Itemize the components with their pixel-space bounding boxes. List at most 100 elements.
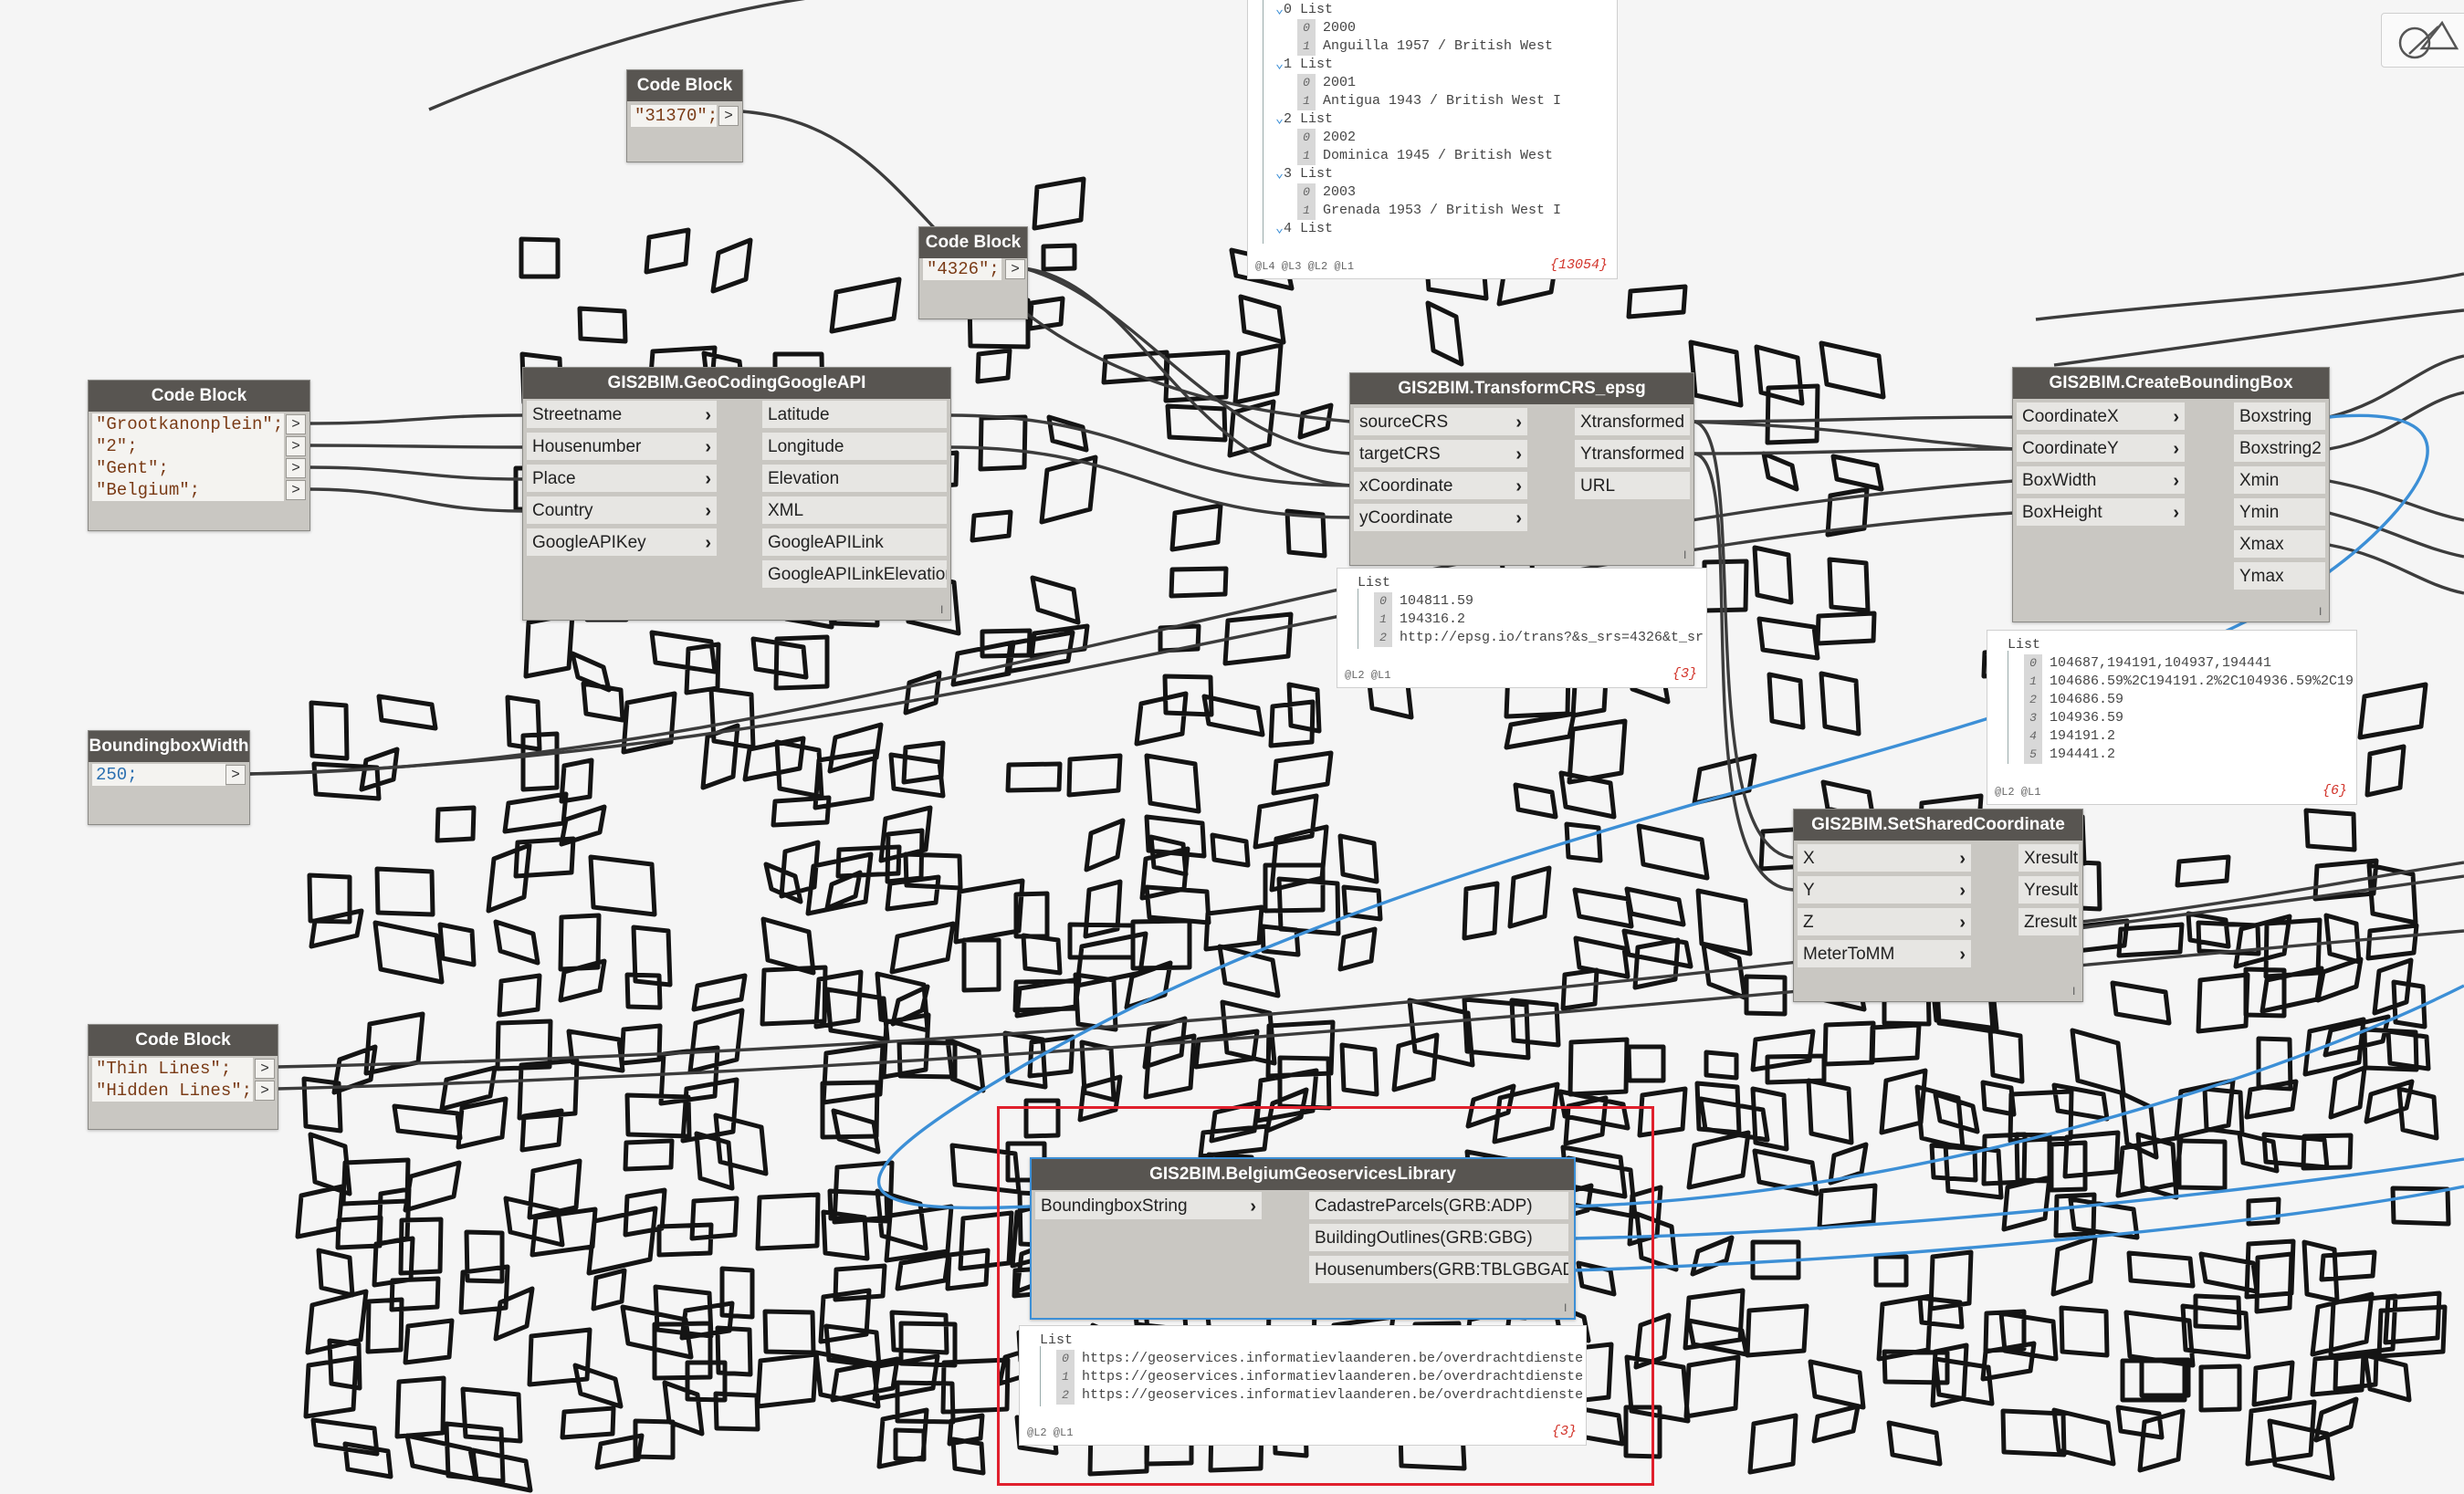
node-transform-crs-epsg[interactable]: GIS2BIM.TransformCRS_epsg sourceCRS › tar… bbox=[1349, 372, 1694, 566]
output-port[interactable]: > bbox=[225, 765, 246, 785]
wire[interactable] bbox=[2035, 272, 2464, 321]
input-port-place[interactable]: Place › bbox=[527, 465, 717, 494]
output-port-url[interactable]: URL bbox=[1575, 472, 1690, 501]
code-line[interactable]: "Hidden Lines"; bbox=[92, 1080, 253, 1102]
input-port-country[interactable]: Country › bbox=[527, 496, 717, 526]
input-port-boundingbox-string[interactable]: BoundingboxString › bbox=[1035, 1192, 1262, 1221]
wire[interactable] bbox=[1693, 420, 1795, 860]
output-port[interactable]: > bbox=[1005, 259, 1025, 279]
code-line[interactable]: "Belgium"; bbox=[92, 479, 284, 501]
code-line[interactable]: "Gent"; bbox=[92, 457, 284, 479]
node-belgium-geoservices-library[interactable]: GIS2BIM.BelgiumGeoservicesLibrary Boundi… bbox=[1030, 1157, 1576, 1320]
output-port[interactable]: > bbox=[286, 414, 306, 434]
output-port-y-transformed[interactable]: Ytransformed bbox=[1575, 440, 1690, 469]
wire[interactable] bbox=[1693, 420, 2015, 451]
wire[interactable] bbox=[307, 487, 526, 513]
output-port-boxstring2[interactable]: Boxstring2 bbox=[2234, 434, 2325, 464]
input-port-source-crs[interactable]: sourceCRS › bbox=[1354, 408, 1527, 437]
input-port-x[interactable]: X › bbox=[1798, 844, 1971, 873]
wire[interactable] bbox=[2328, 479, 2464, 522]
output-port-xmin[interactable]: Xmin bbox=[2234, 466, 2325, 496]
node-create-bounding-box[interactable]: GIS2BIM.CreateBoundingBox CoordinateX › C… bbox=[2012, 367, 2330, 622]
input-port-x-coordinate[interactable]: xCoordinate › bbox=[1354, 472, 1527, 501]
wire[interactable] bbox=[248, 511, 2015, 776]
output-port-housenumbers[interactable]: Housenumbers(GRB:TBLGBGADR) bbox=[1309, 1256, 1568, 1285]
input-port-box-width[interactable]: BoxWidth › bbox=[2017, 466, 2185, 496]
preview-row: 1 Dominica 1945 / British West bbox=[1297, 147, 1553, 165]
code-block-31370[interactable]: Code Block "31370"; > bbox=[626, 69, 743, 162]
wire[interactable] bbox=[2053, 308, 2464, 367]
output-port[interactable]: > bbox=[718, 106, 739, 126]
output-port[interactable]: > bbox=[255, 1081, 275, 1101]
output-port-xml[interactable]: XML bbox=[762, 496, 947, 526]
output-port-elevation[interactable]: Elevation bbox=[762, 465, 947, 494]
wire[interactable] bbox=[1693, 447, 2015, 455]
input-port-streetname[interactable]: Streetname › bbox=[527, 401, 717, 430]
code-line[interactable]: "31370"; bbox=[631, 105, 718, 127]
node-set-shared-coordinate[interactable]: GIS2BIM.SetSharedCoordinate X › Y › Z › Met… bbox=[1793, 809, 2083, 1002]
output-port-ymin[interactable]: Ymin bbox=[2234, 498, 2325, 528]
preview-row: 1 104686.59%2C194191.2%2C104936.59%2C19 bbox=[2024, 673, 2354, 691]
input-port-coordinate-x[interactable]: CoordinateX › bbox=[2017, 402, 2185, 432]
wire[interactable] bbox=[2328, 354, 2464, 419]
node-title[interactable]: Code Block bbox=[89, 1025, 278, 1056]
node-title[interactable]: GIS2BIM.SetSharedCoordinate bbox=[1794, 810, 2082, 841]
wire[interactable] bbox=[307, 465, 526, 481]
output-port-longitude[interactable]: Longitude bbox=[762, 433, 947, 462]
input-port-z[interactable]: Z › bbox=[1798, 908, 1971, 937]
output-port-cadastre-parcels[interactable]: CadastreParcels(GRB:ADP) bbox=[1309, 1192, 1568, 1221]
wire[interactable] bbox=[307, 413, 526, 425]
node-title[interactable]: GIS2BIM.CreateBoundingBox bbox=[2013, 368, 2329, 399]
code-block-line-styles[interactable]: Code Block "Thin Lines"; "Hidden Lines";… bbox=[88, 1024, 278, 1130]
list-count: {13054} bbox=[1549, 257, 1608, 273]
wire[interactable] bbox=[307, 444, 526, 449]
geometry-view-toggle-button[interactable] bbox=[2381, 13, 2464, 68]
input-port-target-crs[interactable]: targetCRS › bbox=[1354, 440, 1527, 469]
node-title[interactable]: Code Block bbox=[89, 381, 309, 412]
preview-row: 5 194441.2 bbox=[2024, 746, 2115, 764]
input-port-box-height[interactable]: BoxHeight › bbox=[2017, 498, 2185, 528]
code-block-address[interactable]: Code Block "Grootkanonplein"; "2"; "Gent… bbox=[88, 380, 310, 531]
output-port-xmax[interactable]: Xmax bbox=[2234, 530, 2325, 559]
node-title[interactable]: GIS2BIM.BelgiumGeoservicesLibrary bbox=[1032, 1159, 1574, 1190]
node-geocoding-google-api[interactable]: GIS2BIM.GeoCodingGoogleAPI Streetname › H… bbox=[522, 367, 951, 621]
output-port-boxstring[interactable]: Boxstring bbox=[2234, 402, 2325, 432]
output-port-google-api-link[interactable]: GoogleAPILink bbox=[762, 528, 947, 558]
output-port-z-result[interactable]: Zresult bbox=[2018, 908, 2079, 937]
input-port-y[interactable]: Y › bbox=[1798, 876, 1971, 905]
code-line[interactable]: "Thin Lines"; bbox=[92, 1058, 253, 1080]
bounding-box-width-input[interactable]: BoundingboxWidth 250; > bbox=[88, 730, 250, 825]
input-port-y-coordinate[interactable]: yCoordinate › bbox=[1354, 504, 1527, 533]
input-port-google-api-key[interactable]: GoogleAPIKey › bbox=[527, 528, 717, 558]
output-port-x-transformed[interactable]: Xtransformed bbox=[1575, 408, 1690, 437]
output-port[interactable]: > bbox=[255, 1059, 275, 1079]
input-port-coordinate-y[interactable]: CoordinateY › bbox=[2017, 434, 2185, 464]
wire[interactable] bbox=[1693, 415, 2015, 423]
list-level-labels: @L4 @L3 @L2 @L1 bbox=[1255, 260, 1355, 273]
output-port-google-api-link-elevation[interactable]: GoogleAPILinkElevation bbox=[762, 560, 947, 590]
wire[interactable] bbox=[248, 479, 2015, 776]
code-line[interactable]: "Grootkanonplein"; bbox=[92, 413, 284, 435]
input-port-meter-to-mm[interactable]: MeterToMM › bbox=[1798, 940, 1971, 969]
input-port-housenumber[interactable]: Housenumber › bbox=[527, 433, 717, 462]
node-title[interactable]: Code Block bbox=[919, 227, 1027, 258]
wire[interactable] bbox=[2081, 861, 2464, 924]
code-line[interactable]: "4326"; bbox=[923, 258, 1001, 280]
output-port-y-result[interactable]: Yresult bbox=[2018, 876, 2079, 905]
output-port-building-outlines[interactable]: BuildingOutlines(GRB:GBG) bbox=[1309, 1224, 1568, 1253]
preview-row: 4 194191.2 bbox=[2024, 727, 2115, 746]
number-value[interactable]: 250; bbox=[92, 764, 225, 786]
node-title[interactable]: GIS2BIM.GeoCodingGoogleAPI bbox=[523, 368, 950, 399]
node-title[interactable]: Code Block bbox=[627, 70, 742, 101]
code-block-4326[interactable]: Code Block "4326"; > bbox=[918, 226, 1028, 319]
output-port[interactable]: > bbox=[286, 458, 306, 478]
node-title[interactable]: GIS2BIM.TransformCRS_epsg bbox=[1350, 373, 1693, 404]
selected-wire[interactable] bbox=[1571, 1185, 2464, 1272]
output-port-ymax[interactable]: Ymax bbox=[2234, 562, 2325, 591]
code-line[interactable]: "2"; bbox=[92, 435, 284, 457]
output-port[interactable]: > bbox=[286, 480, 306, 500]
node-title[interactable]: BoundingboxWidth bbox=[89, 731, 249, 762]
output-port-x-result[interactable]: Xresult bbox=[2018, 844, 2079, 873]
output-port-latitude[interactable]: Latitude bbox=[762, 401, 947, 430]
output-port[interactable]: > bbox=[286, 436, 306, 456]
